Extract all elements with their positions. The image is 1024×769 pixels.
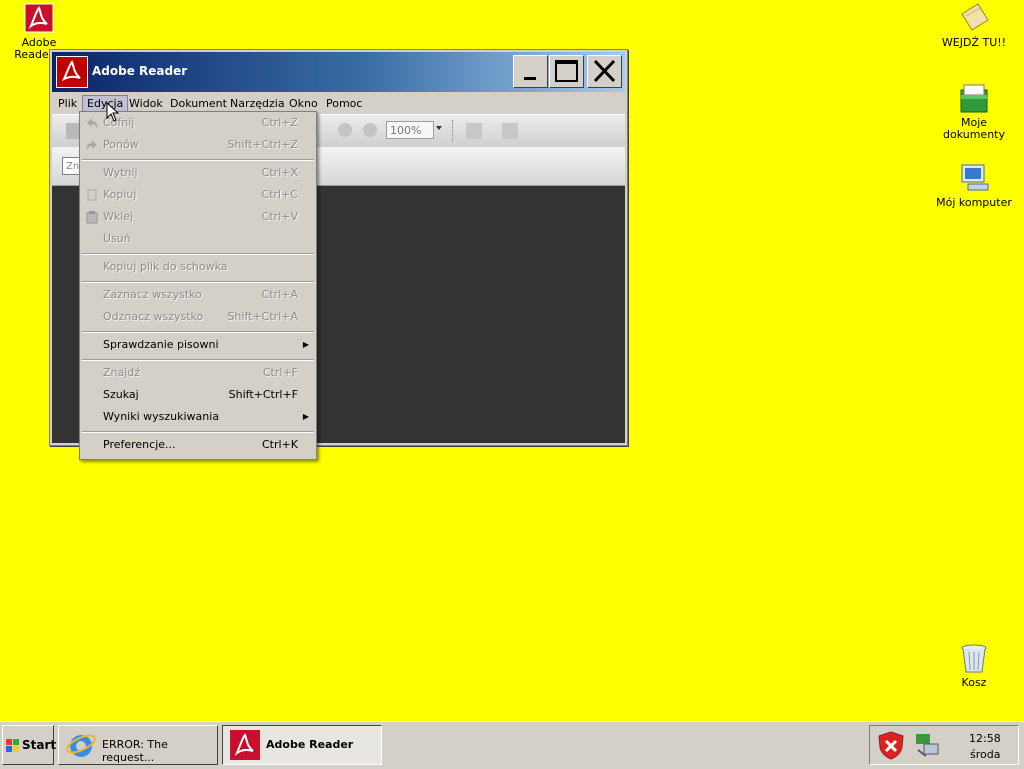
menu-separator xyxy=(82,331,314,333)
toolbar-separator xyxy=(452,120,455,142)
full-screen-icon[interactable] xyxy=(502,123,518,139)
desktop-icon-label: Moje dokumenty xyxy=(943,116,1005,141)
start-button[interactable]: Start xyxy=(2,725,57,765)
close-button[interactable] xyxy=(587,55,622,88)
chevron-down-icon[interactable] xyxy=(436,126,442,130)
internet-explorer-icon xyxy=(65,729,97,761)
zoom-in-icon[interactable] xyxy=(363,123,377,137)
menu-separator xyxy=(82,281,314,283)
menu-item-sprawdzanie-pisowni[interactable]: Sprawdzanie pisowni ▶ xyxy=(80,334,316,356)
menu-plik[interactable]: Plik xyxy=(54,95,81,113)
menu-item-odznacz-wszystko[interactable]: Odznacz wszystko Shift+Ctrl+A xyxy=(80,306,316,328)
taskbar: Start ERROR: The request... Adobe Reader… xyxy=(0,721,1024,769)
adobe-reader-icon xyxy=(56,56,88,88)
desktop-icon-label: Kosz xyxy=(961,676,987,689)
redo-icon xyxy=(85,138,99,152)
system-tray: 12:58 środa xyxy=(869,725,1019,765)
clock-day: środa xyxy=(970,748,1001,761)
submenu-arrow-icon: ▶ xyxy=(302,340,309,349)
taskbar-item-internet-explorer[interactable]: ERROR: The request... xyxy=(58,725,218,765)
menu-item-wyniki-wyszukiwania[interactable]: Wyniki wyszukiwania ▶ xyxy=(80,406,316,428)
menu-item-wytnij[interactable]: Wytnij Ctrl+X xyxy=(80,162,316,184)
desktop-icon-label: Mój komputer xyxy=(936,196,1012,209)
recycle-bin-icon xyxy=(958,642,990,674)
window-titlebar[interactable]: Adobe Reader xyxy=(52,52,625,92)
start-label: Start xyxy=(22,738,57,752)
menu-item-usun[interactable]: Usuń xyxy=(80,228,316,250)
menu-item-zaznacz-wszystko[interactable]: Zaznacz wszystko Ctrl+A xyxy=(80,284,316,306)
minimize-button[interactable] xyxy=(513,55,548,88)
desktop-icon-kosz[interactable]: Kosz xyxy=(936,642,1012,689)
maximize-button[interactable] xyxy=(549,55,584,88)
security-shield-icon[interactable] xyxy=(876,730,906,760)
zoom-out-icon[interactable] xyxy=(338,123,352,137)
undo-icon xyxy=(85,116,99,130)
menu-pomoc[interactable]: Pomoc xyxy=(322,95,366,113)
taskbar-item-label: Adobe Reader xyxy=(266,738,354,751)
menu-separator xyxy=(82,253,314,255)
zoom-input[interactable]: 100% xyxy=(386,121,434,139)
menu-item-szukaj[interactable]: Szukaj Shift+Ctrl+F xyxy=(80,384,316,406)
paste-icon xyxy=(85,210,99,224)
folder-icon xyxy=(958,2,990,34)
adobe-reader-icon xyxy=(23,2,55,34)
copy-icon xyxy=(85,188,99,202)
mouse-cursor-icon xyxy=(106,101,120,122)
menu-item-ponow[interactable]: Ponów Shift+Ctrl+Z xyxy=(80,134,316,156)
my-computer-icon xyxy=(958,162,990,194)
menu-separator xyxy=(82,359,314,361)
clock-time[interactable]: 12:58 xyxy=(969,732,1001,745)
menu-separator xyxy=(82,159,314,161)
windows-logo-icon xyxy=(6,739,20,753)
menu-item-kopiuj-plik[interactable]: Kopiuj plik do schowka xyxy=(80,256,316,278)
taskbar-item-adobe-reader[interactable]: Adobe Reader xyxy=(222,725,382,765)
network-icon[interactable] xyxy=(912,730,942,760)
submenu-arrow-icon: ▶ xyxy=(302,412,309,421)
desktop-icon-moje-dokumenty[interactable]: Moje dokumenty xyxy=(936,82,1012,141)
adobe-reader-icon xyxy=(229,729,261,761)
edit-menu-dropdown: Cofnij Ctrl+Z Ponów Shift+Ctrl+Z Wytnij … xyxy=(79,111,317,460)
menu-separator xyxy=(82,431,314,433)
desktop-icon-wejdz-tu[interactable]: WEJDŹ TU!! xyxy=(936,2,1012,49)
menu-item-kopiuj[interactable]: Kopiuj Ctrl+C xyxy=(80,184,316,206)
window-title: Adobe Reader xyxy=(92,64,188,78)
desktop-icon-moj-komputer[interactable]: Mój komputer xyxy=(936,162,1012,209)
menu-item-znajdz[interactable]: Znajdź Ctrl+F xyxy=(80,362,316,384)
taskbar-item-label: ERROR: The request... xyxy=(102,738,168,764)
my-documents-icon xyxy=(958,82,990,114)
desktop-icon-label: WEJDŹ TU!! xyxy=(941,36,1007,49)
menu-item-preferencje[interactable]: Preferencje... Ctrl+K xyxy=(80,434,316,456)
menu-item-wklej[interactable]: Wklej Ctrl+V xyxy=(80,206,316,228)
fit-page-icon[interactable] xyxy=(466,123,482,139)
